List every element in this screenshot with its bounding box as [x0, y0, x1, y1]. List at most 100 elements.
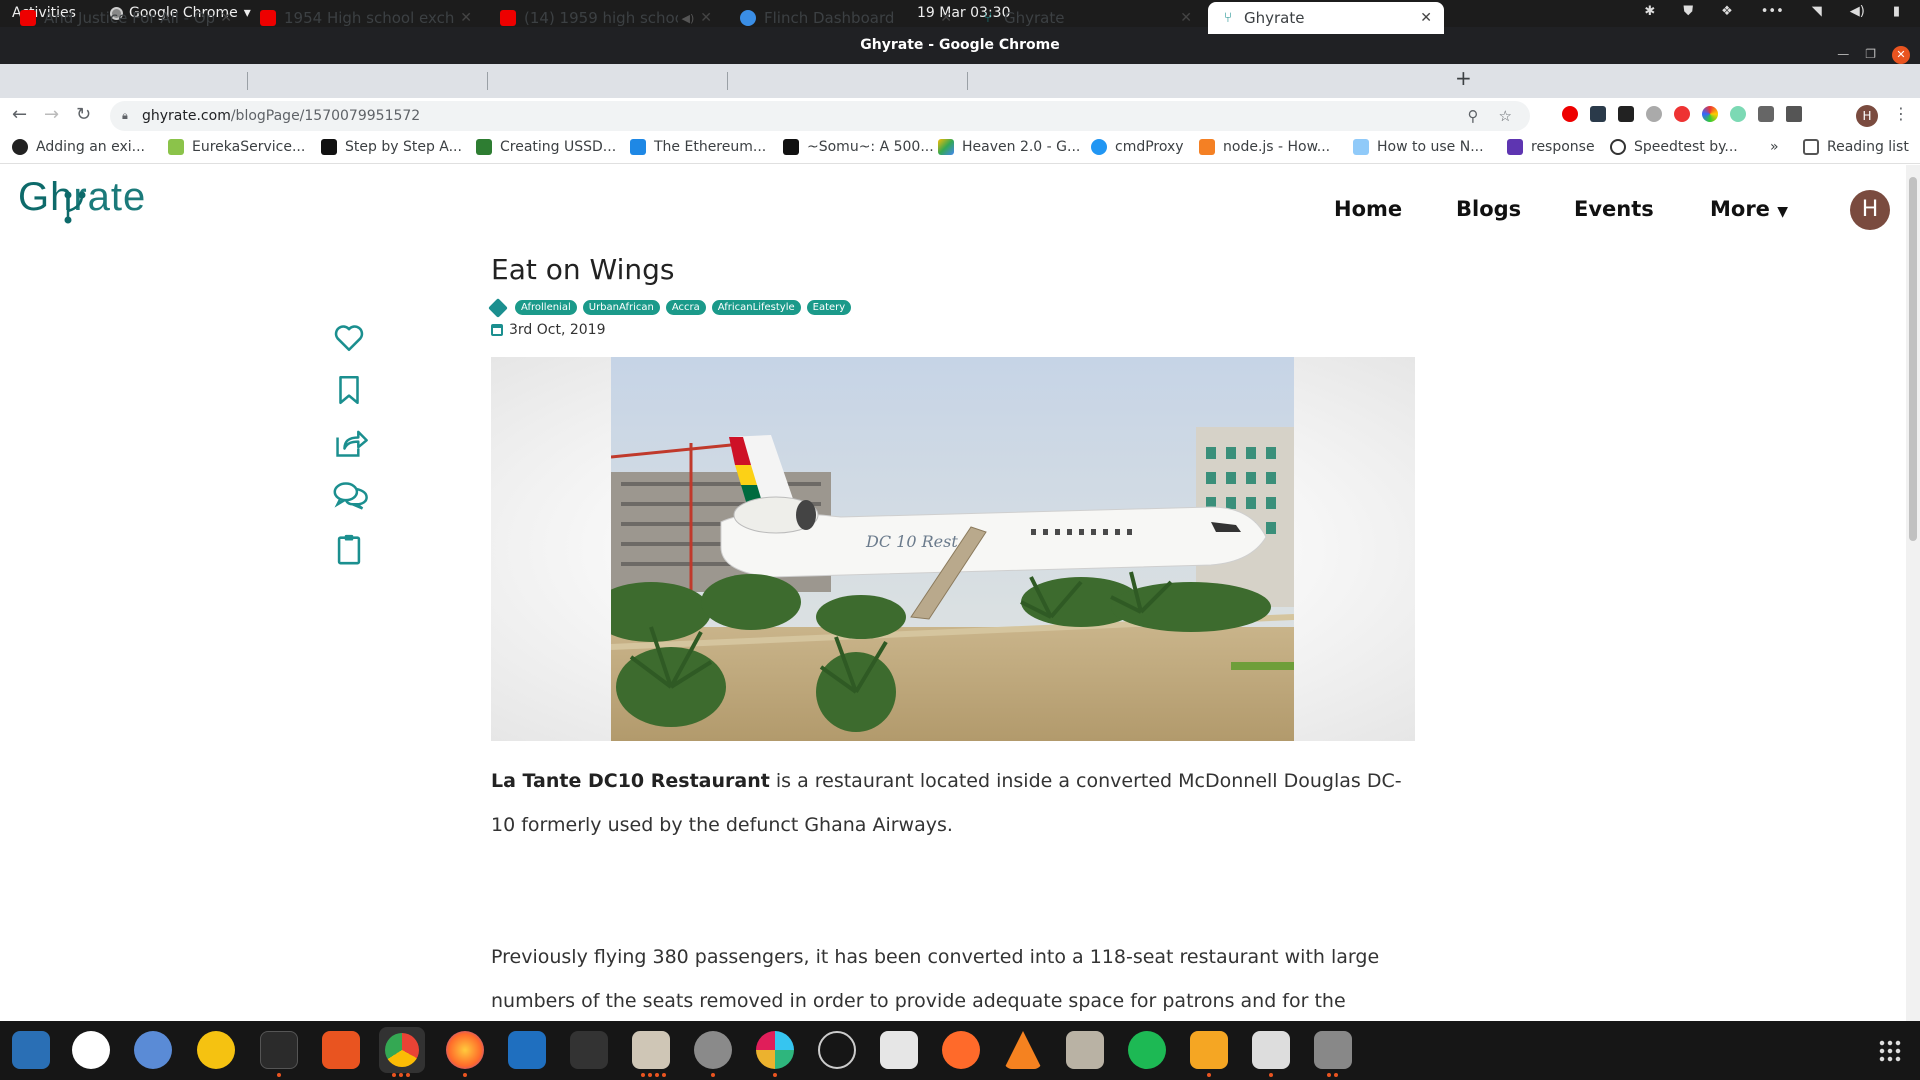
shield-icon[interactable]: ⛊ [1683, 4, 1693, 19]
dropbox-icon[interactable]: ❖ [1721, 4, 1733, 19]
close-tab-icon[interactable]: ✕ [220, 10, 232, 26]
menu-icon[interactable]: ⋮ [1893, 104, 1909, 123]
tag-badge[interactable]: UrbanAfrican [582, 300, 660, 315]
close-tab-icon[interactable]: ✕ [1420, 10, 1432, 26]
wifi-icon[interactable]: ◥ [1812, 4, 1822, 19]
bookmark-item[interactable]: node.js - How... [1199, 139, 1330, 155]
system-monitor-icon[interactable] [570, 1031, 608, 1069]
tab-separator [247, 72, 248, 90]
bookmark-item[interactable]: How to use N... [1353, 139, 1484, 155]
system-tray[interactable]: ✱ ⛊ ❖ ••• ◥ ◀) ▮ [1644, 4, 1900, 19]
word-app-icon[interactable] [72, 1031, 110, 1069]
vscode-icon[interactable] [508, 1031, 546, 1069]
spotify-icon[interactable] [1128, 1031, 1166, 1069]
files-icon[interactable] [632, 1031, 670, 1069]
nav-home[interactable]: Home [1334, 197, 1402, 221]
bookmark-item[interactable]: The Ethereum... [630, 139, 766, 155]
libreoffice-writer-icon[interactable] [12, 1031, 50, 1069]
github-icon [12, 139, 28, 155]
tab-youtube-3[interactable]: (14) 1959 high school s ◀) ✕ [488, 2, 724, 34]
comments-icon[interactable] [332, 479, 368, 513]
extension-icon[interactable] [1730, 106, 1746, 122]
tab-ghyrate-1[interactable]: ⑂ Ghyrate ✕ [968, 2, 1204, 34]
vlc-icon[interactable] [1004, 1031, 1042, 1069]
back-button[interactable]: ← [12, 104, 27, 125]
postman-icon[interactable] [942, 1031, 980, 1069]
tab-flinch-dashboard[interactable]: Flinch Dashboard ✕ [728, 2, 964, 34]
tab-separator [967, 72, 968, 90]
opera-extension-icon[interactable] [1562, 106, 1578, 122]
close-tab-icon[interactable]: ✕ [1180, 10, 1192, 26]
software-center-icon[interactable] [322, 1031, 360, 1069]
bookmark-item[interactable]: Step by Step A... [321, 139, 462, 155]
extension-icon[interactable] [1646, 106, 1662, 122]
scrollbar-thumb[interactable] [1909, 177, 1917, 541]
rhythmbox-icon[interactable] [197, 1031, 235, 1069]
show-applications-icon[interactable] [1878, 1039, 1902, 1063]
tag-badge[interactable]: Afrollenial [515, 300, 577, 315]
nav-events[interactable]: Events [1574, 197, 1654, 221]
share-icon[interactable] [332, 426, 368, 460]
tab-ghyrate-active[interactable]: ⑂ Ghyrate ✕ [1208, 2, 1444, 34]
lock-icon[interactable]: 🔒︎ [122, 101, 128, 131]
address-bar[interactable]: 🔒︎ ghyrate.com/blogPage/1570079951572 ⚲ … [110, 101, 1530, 131]
download-manager-icon[interactable] [880, 1031, 918, 1069]
bookmark-item[interactable]: cmdProxy [1091, 139, 1184, 155]
tag-badge[interactable]: Eatery [806, 300, 852, 315]
archive-manager-icon[interactable] [1066, 1031, 1104, 1069]
bookmark-item[interactable]: ~Somu~: A 500... [783, 139, 934, 155]
reading-list-button[interactable]: Reading list [1803, 139, 1909, 155]
terminal-icon[interactable] [260, 1031, 298, 1069]
close-tab-icon[interactable]: ✕ [700, 10, 712, 26]
bookmark-item[interactable]: EurekaService... [168, 139, 305, 155]
bookmark-item[interactable]: Adding an exi... [12, 139, 145, 155]
tag-badge[interactable]: Accra [665, 300, 706, 315]
tab-title: Ghyrate [1004, 9, 1065, 27]
nav-blogs[interactable]: Blogs [1456, 197, 1521, 221]
tab-youtube-2[interactable]: 1954 High school exchang ✕ [248, 2, 484, 34]
firefox-icon[interactable] [446, 1031, 484, 1069]
tag-badge[interactable]: AfricanLifestyle [711, 300, 801, 315]
bookmark-item[interactable]: response [1507, 139, 1595, 155]
close-tab-icon[interactable]: ✕ [940, 10, 952, 26]
location-icon[interactable]: ⚲ [1468, 101, 1479, 131]
dashlane-extension-icon[interactable] [1618, 106, 1634, 122]
bookmark-item[interactable]: Speedtest by... [1610, 139, 1738, 155]
media-control-icon[interactable] [1786, 106, 1802, 122]
speaker-icon[interactable]: ◀) [682, 12, 695, 25]
clipboard-icon[interactable] [332, 532, 366, 566]
puzzle-icon[interactable] [1758, 106, 1774, 122]
disk-usage-icon[interactable] [1314, 1031, 1352, 1069]
bookmark-item[interactable]: Heaven 2.0 - G... [938, 139, 1080, 155]
site-logo[interactable]: Ghrate [18, 175, 146, 224]
chrome-dock-icon[interactable] [379, 1027, 425, 1073]
slack-icon[interactable]: ✱ [1644, 4, 1655, 19]
slack-app-icon[interactable] [756, 1031, 794, 1069]
close-tab-icon[interactable]: ✕ [460, 10, 472, 26]
bookmarks-overflow-button[interactable]: » [1770, 139, 1779, 155]
new-tab-button[interactable]: + [1455, 66, 1472, 90]
color-picker-extension-icon[interactable] [1702, 106, 1718, 122]
document-viewer-icon[interactable] [1252, 1031, 1290, 1069]
profile-avatar[interactable]: H [1856, 105, 1878, 127]
tab-youtube-1[interactable]: And Justice For All - Open ✕ [8, 2, 244, 34]
bookmark-item[interactable]: Creating USSD... [476, 139, 616, 155]
volume-icon[interactable]: ◀) [1850, 4, 1865, 19]
adblock-extension-icon[interactable] [1674, 106, 1690, 122]
bookmark-star-icon[interactable]: ☆ [1499, 101, 1512, 131]
heart-icon[interactable] [332, 320, 366, 354]
disk-icon[interactable] [694, 1031, 732, 1069]
atom-icon[interactable] [818, 1031, 856, 1069]
battery-icon[interactable]: ▮ [1893, 4, 1900, 19]
calculator-icon[interactable] [1190, 1031, 1228, 1069]
thunderbird-icon[interactable] [134, 1031, 172, 1069]
more-icon[interactable]: ••• [1761, 4, 1784, 19]
extension-icon[interactable] [1590, 106, 1606, 122]
bookmark-icon[interactable] [332, 373, 366, 407]
page-scrollbar[interactable] [1906, 165, 1920, 1021]
nav-more[interactable]: More ▼ [1710, 197, 1788, 221]
close-window-button[interactable]: ✕ [1892, 45, 1910, 64]
user-avatar[interactable]: H [1850, 190, 1890, 230]
reload-button[interactable]: ↻ [76, 104, 91, 125]
forward-button[interactable]: → [44, 104, 59, 125]
